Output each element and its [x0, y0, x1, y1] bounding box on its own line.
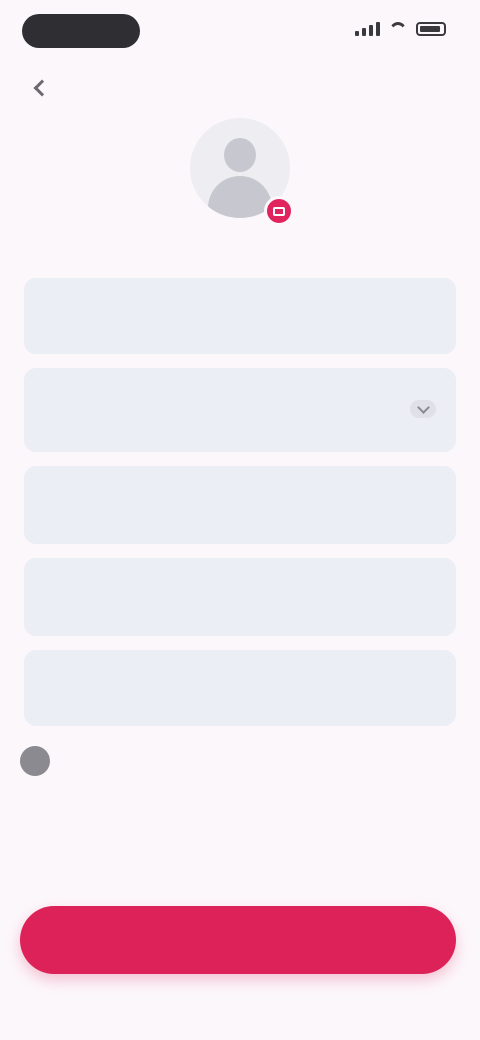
signal-icon — [355, 22, 380, 36]
form-field[interactable] — [24, 278, 456, 354]
avatar-section — [190, 118, 294, 230]
status-bar — [0, 0, 480, 64]
field-input[interactable] — [44, 408, 436, 428]
save-button[interactable] — [20, 906, 456, 974]
form-field[interactable] — [24, 558, 456, 636]
user-avatar-icon — [224, 138, 256, 172]
consent-checkbox[interactable] — [20, 746, 50, 776]
change-photo-button[interactable] — [264, 196, 294, 226]
chevron-left-icon — [33, 79, 51, 97]
camera-icon — [273, 206, 285, 216]
field-label — [44, 662, 436, 680]
field-input[interactable] — [44, 690, 436, 710]
chevron-down-icon[interactable] — [410, 400, 436, 418]
consent-row — [20, 746, 440, 776]
form-field[interactable] — [24, 650, 456, 726]
battery-icon — [416, 22, 446, 36]
profile-form — [24, 278, 456, 740]
form-field-dropdown[interactable] — [24, 368, 456, 452]
field-input[interactable] — [44, 506, 436, 526]
field-label — [44, 380, 436, 398]
field-input[interactable] — [44, 318, 436, 338]
field-label — [44, 290, 436, 308]
field-label — [44, 570, 436, 588]
form-field[interactable] — [24, 466, 456, 544]
wifi-icon — [388, 22, 408, 36]
field-input[interactable] — [44, 598, 436, 618]
edit-profile-screen — [0, 0, 480, 1040]
back-button[interactable] — [26, 72, 58, 104]
field-label — [44, 478, 436, 496]
status-time — [22, 14, 140, 48]
header — [0, 64, 480, 112]
status-icons — [355, 22, 446, 36]
